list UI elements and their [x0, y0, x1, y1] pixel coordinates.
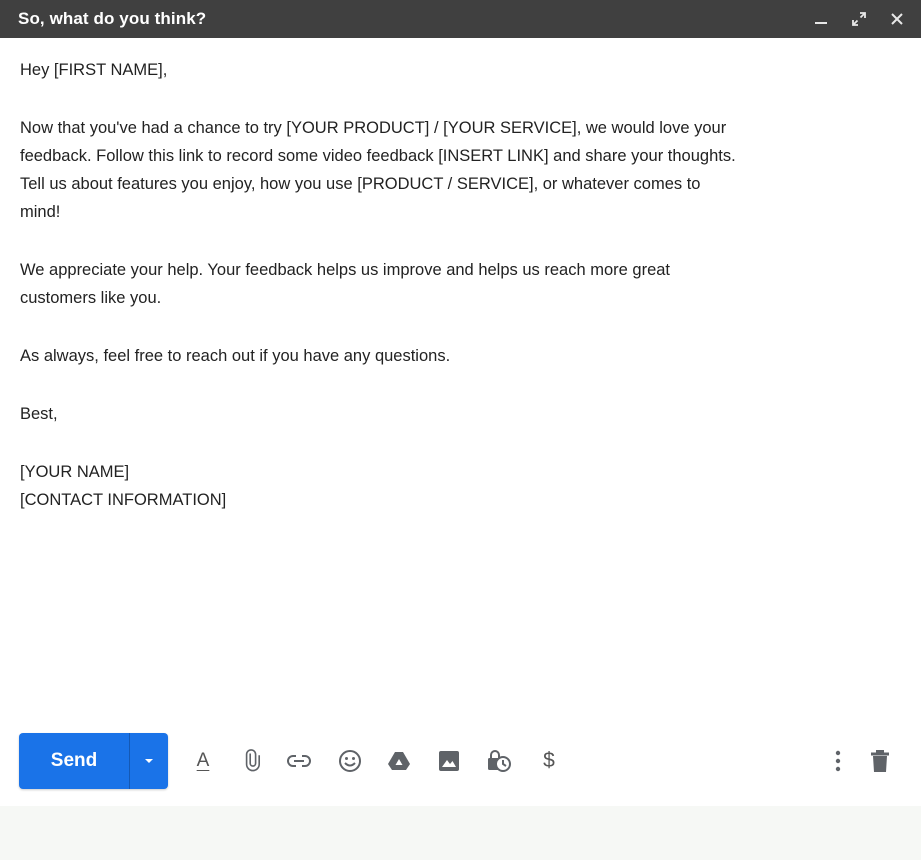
compose-toolbar: Send A $: [0, 733, 921, 789]
send-options-icon[interactable]: [130, 733, 168, 789]
signature-name: [YOUR NAME]: [20, 463, 130, 481]
window-controls: [811, 9, 907, 29]
expand-icon[interactable]: [849, 9, 869, 29]
more-options-icon[interactable]: [824, 747, 852, 775]
minimize-icon[interactable]: [811, 9, 831, 29]
format-text-label: A: [196, 750, 210, 771]
signature-contact: [CONTACT INFORMATION]: [20, 491, 227, 509]
compose-titlebar[interactable]: So, what do you think?: [0, 0, 921, 38]
paragraph-1-line-3: Tell us about features you enjoy, how yo…: [20, 175, 701, 193]
send-button[interactable]: Send: [19, 733, 129, 789]
format-text-icon[interactable]: A: [189, 747, 217, 775]
compose-title: So, what do you think?: [18, 9, 207, 28]
paragraph-3: As always, feel free to reach out if you…: [20, 347, 451, 365]
link-icon[interactable]: [285, 747, 313, 775]
close-icon[interactable]: [887, 9, 907, 29]
paragraph-2-line-1: We appreciate your help. Your feedback h…: [20, 261, 671, 279]
footer-area: [0, 806, 921, 860]
send-button-group: Send: [19, 733, 168, 789]
paragraph-2-line-2: customers like you.: [20, 289, 162, 307]
drive-icon[interactable]: [385, 747, 413, 775]
compose-window: So, what do you think? Hey [FIRST NAME],…: [0, 0, 921, 860]
message-body[interactable]: Hey [FIRST NAME], Now that you've had a …: [20, 56, 900, 514]
paragraph-1-line-1: Now that you've had a chance to try [YOU…: [20, 119, 727, 137]
paragraph-1-line-2: feedback. Follow this link to record som…: [20, 147, 736, 165]
attach-icon[interactable]: [240, 747, 268, 775]
photo-icon[interactable]: [435, 747, 463, 775]
emoji-icon[interactable]: [336, 747, 364, 775]
confidential-icon[interactable]: [485, 747, 513, 775]
money-label: $: [543, 749, 555, 772]
paragraph-1-line-4: mind!: [20, 203, 61, 221]
signoff: Best,: [20, 405, 58, 423]
greeting: Hey [FIRST NAME],: [20, 61, 168, 79]
money-icon[interactable]: $: [535, 747, 563, 775]
delete-icon[interactable]: [866, 747, 894, 775]
